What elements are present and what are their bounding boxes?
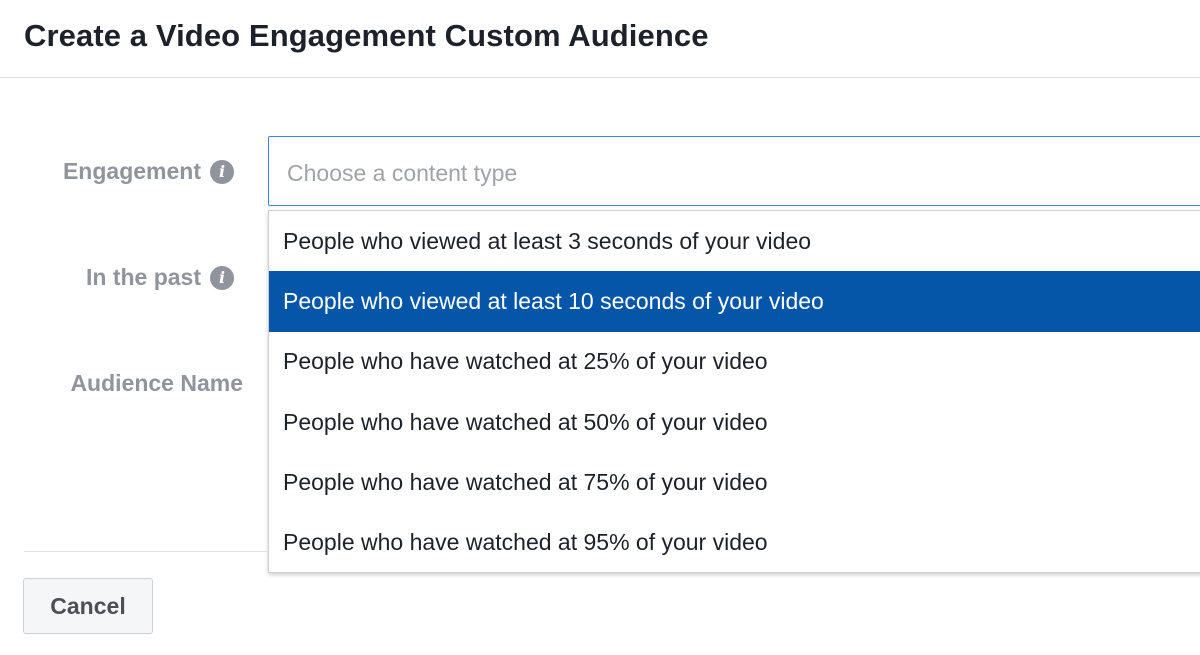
dropdown-option-75-percent[interactable]: People who have watched at 75% of your v…: [269, 452, 1200, 512]
info-icon[interactable]: i: [210, 159, 234, 184]
engagement-label: Engagement i: [63, 158, 234, 185]
content-type-dropdown: People who viewed at least 3 seconds of …: [268, 210, 1200, 573]
in-the-past-label-text: In the past: [85, 264, 201, 290]
dropdown-option-10-seconds[interactable]: People who viewed at least 10 seconds of…: [269, 271, 1200, 332]
dropdown-option-label: People who have watched at 25% of your v…: [283, 348, 768, 375]
cancel-button[interactable]: Cancel: [23, 578, 153, 634]
content-type-select[interactable]: Choose a content type: [268, 136, 1200, 206]
audience-name-label-text: Audience Name: [70, 370, 243, 396]
dropdown-option-3-seconds[interactable]: People who viewed at least 3 seconds of …: [269, 211, 1200, 271]
dropdown-option-95-percent[interactable]: People who have watched at 95% of your v…: [269, 512, 1200, 572]
content-type-placeholder: Choose a content type: [287, 160, 518, 186]
info-icon[interactable]: i: [210, 265, 234, 290]
dropdown-option-label: People who have watched at 50% of your v…: [283, 408, 768, 435]
dropdown-option-50-percent[interactable]: People who have watched at 50% of your v…: [269, 392, 1200, 452]
audience-name-label: Audience Name: [70, 370, 243, 397]
header-divider: [0, 77, 1200, 78]
dropdown-option-label: People who have watched at 75% of your v…: [283, 468, 768, 495]
dropdown-option-label: People who viewed at least 10 seconds of…: [283, 287, 824, 314]
in-the-past-label: In the past i: [86, 264, 234, 291]
dropdown-option-25-percent[interactable]: People who have watched at 25% of your v…: [269, 332, 1200, 392]
footer-divider: [24, 551, 268, 552]
dropdown-option-label: People who viewed at least 3 seconds of …: [283, 227, 812, 254]
engagement-label-text: Engagement: [62, 158, 201, 184]
create-audience-dialog: Create a Video Engagement Custom Audienc…: [0, 0, 1200, 655]
dropdown-option-label: People who have watched at 95% of your v…: [283, 529, 768, 556]
dialog-title: Create a Video Engagement Custom Audienc…: [24, 18, 709, 53]
